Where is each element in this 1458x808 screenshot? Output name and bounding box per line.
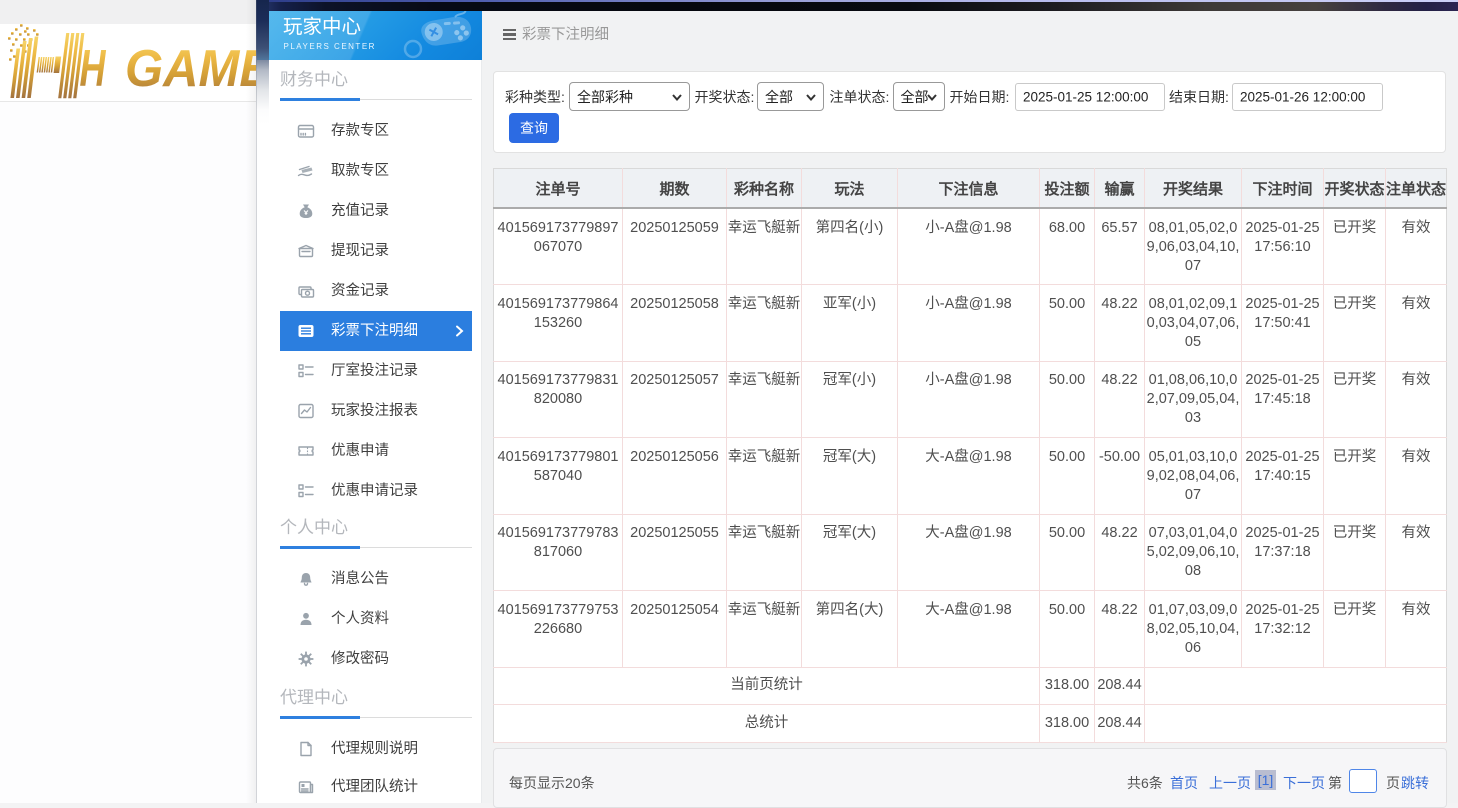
svg-text:GAME: GAME — [125, 40, 270, 98]
svg-text:H: H — [80, 40, 107, 98]
